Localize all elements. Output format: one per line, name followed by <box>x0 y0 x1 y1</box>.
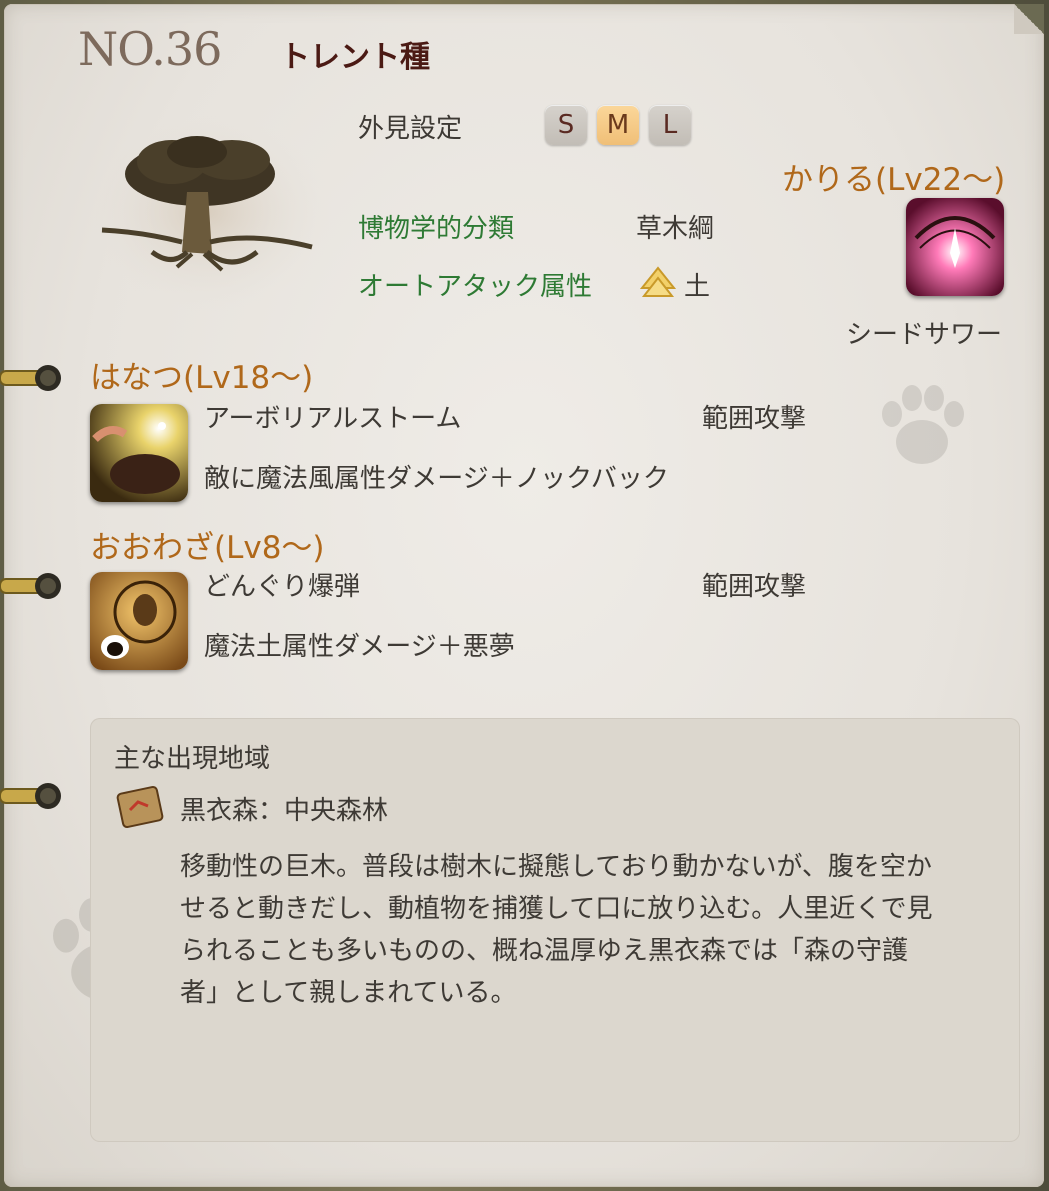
hanatsu-skill-type: 範囲攻撃 <box>702 404 807 434</box>
entry-number: NO.36 <box>78 22 222 76</box>
hanatsu-skill-name: アーボリアルストーム <box>204 404 462 434</box>
description-line: 者」として親しまれている。 <box>180 978 517 1008</box>
treant-portrait <box>82 112 332 312</box>
seed-shower-icon[interactable] <box>906 198 1004 296</box>
description-line: せると動きだし、動植物を捕獲して口に放り込む。人里近くで見 <box>180 894 933 924</box>
habitat-label: 主な出現地域 <box>114 744 271 774</box>
classification-label: 博物学的分類 <box>358 214 515 244</box>
classification-value: 草木綱 <box>636 214 715 244</box>
oowaza-skill-description: 魔法土属性ダメージ＋悪夢 <box>204 632 515 662</box>
size-selector: S M L <box>545 105 691 145</box>
binder-ring <box>0 365 61 391</box>
monster-description: 移動性の巨木。普段は樹木に擬態しており動かないが、腹を空か せると動きだし、動植… <box>180 846 1000 1014</box>
page-corner <box>1014 4 1044 34</box>
arboreal-storm-icon[interactable] <box>90 404 188 502</box>
kariru-skill-name: シードサワー <box>846 320 1003 350</box>
hanatsu-skill-description: 敵に魔法風属性ダメージ＋ノックバック <box>204 464 669 494</box>
oowaza-skill-name: どんぐり爆弾 <box>204 572 361 602</box>
habitat-location: 黒衣森：中央森林 <box>180 796 389 826</box>
description-line: 移動性の巨木。普段は樹木に擬態しており動かないが、腹を空か <box>180 852 932 882</box>
species-name: トレント種 <box>280 40 430 75</box>
paw-print-icon <box>882 385 964 464</box>
size-s-button[interactable]: S <box>545 105 587 145</box>
auto-attack-label: オートアタック属性 <box>358 272 593 302</box>
kariru-title: かりる(Lv22～) <box>782 162 1006 198</box>
earth-element-icon <box>640 266 676 297</box>
map-scroll-icon[interactable] <box>114 784 166 830</box>
description-line: られることも多いものの、概ね温厚ゆえ黒衣森では「森の守護 <box>180 936 909 966</box>
appearance-label: 外見設定 <box>358 114 463 144</box>
oowaza-skill-type: 範囲攻撃 <box>702 572 807 602</box>
acorn-bomb-icon[interactable] <box>90 572 188 670</box>
binder-ring <box>0 573 61 599</box>
oowaza-title: おおわざ(Lv8～) <box>90 530 325 566</box>
size-l-button[interactable]: L <box>649 105 691 145</box>
auto-attack-value: 土 <box>684 272 711 302</box>
hanatsu-title: はなつ(Lv18～) <box>90 360 314 396</box>
binder-ring <box>0 783 61 809</box>
size-m-button[interactable]: M <box>597 105 639 145</box>
